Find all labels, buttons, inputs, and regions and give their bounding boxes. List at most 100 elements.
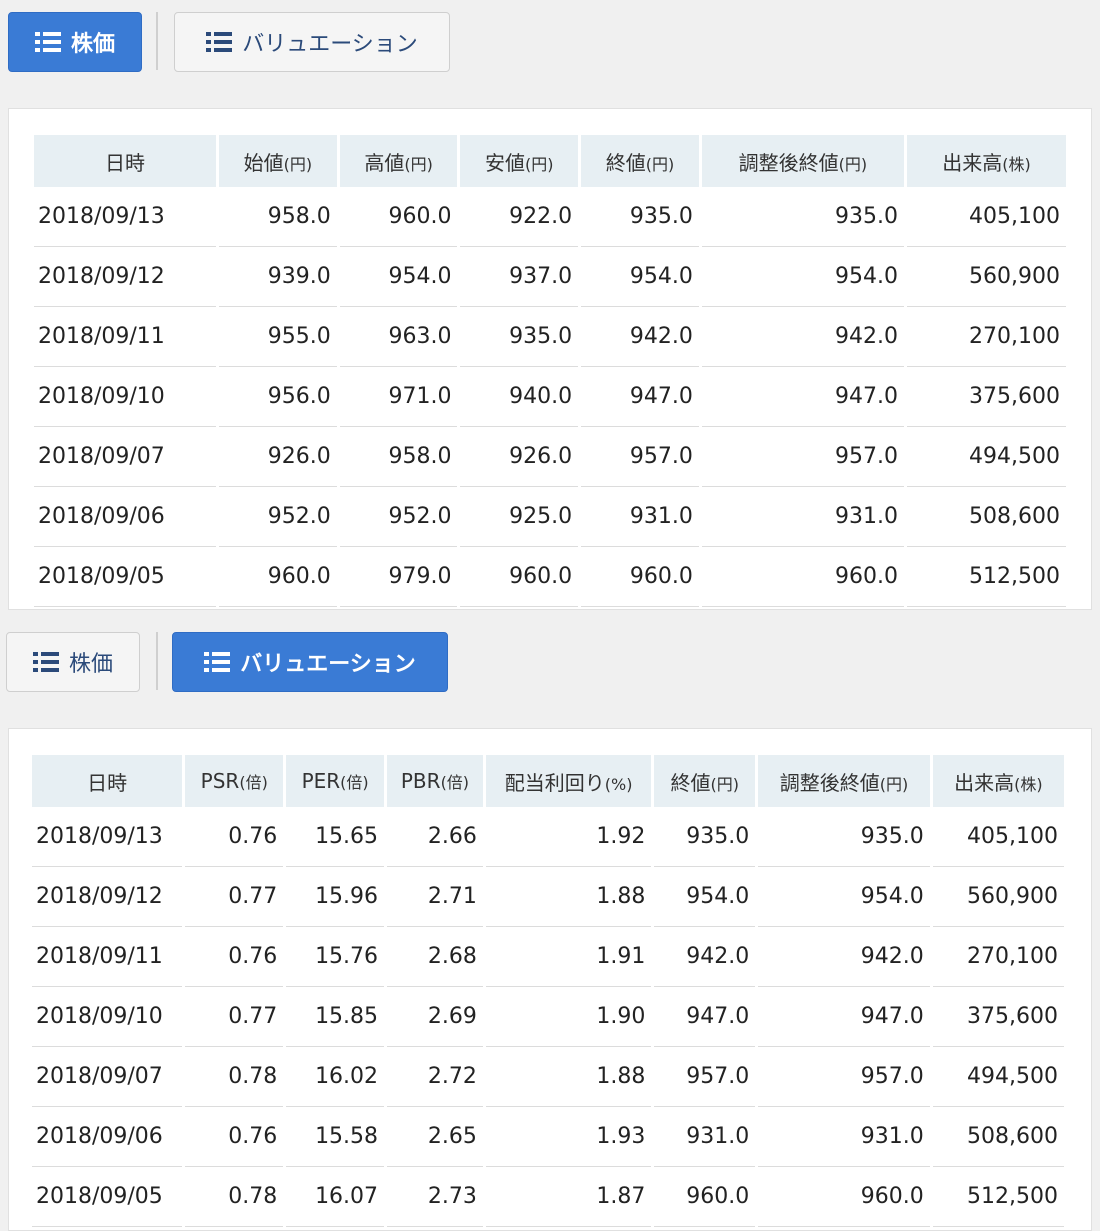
- column-header-volume: 出来高(株): [932, 755, 1064, 807]
- list-icon: [206, 32, 233, 52]
- cell-date: 2018/09/07: [34, 427, 217, 487]
- tab-stock-price[interactable]: 株価: [6, 632, 140, 692]
- table-row: 2018/09/06 952.0 952.0 925.0 931.0 931.0 508,6…: [34, 487, 1066, 547]
- column-header-unit: (円): [879, 774, 909, 794]
- cell-close: 947.0: [581, 367, 699, 427]
- cell-adj-close: 942.0: [758, 927, 930, 987]
- column-header-label: 調整後終値: [779, 770, 880, 795]
- cell-pbr: 2.65: [387, 1107, 483, 1167]
- cell-open: 939.0: [219, 247, 337, 307]
- cell-dividend-yield: 1.87: [485, 1167, 652, 1227]
- tab-stock-price[interactable]: 株価: [8, 12, 142, 72]
- column-header-unit: (円): [283, 154, 313, 174]
- table-header-row: 日時 始値(円) 高値(円) 安値(円) 終値(円) 調整後終値(円) 出来高(株): [34, 135, 1066, 187]
- column-header-unit: (円): [645, 154, 675, 174]
- tab-valuation[interactable]: バリュエーション: [172, 632, 448, 692]
- tab-stock-price-label: 株価: [70, 32, 115, 57]
- price-table: 日時 始値(円) 高値(円) 安値(円) 終値(円) 調整後終値(円) 出来高(株) 201…: [31, 135, 1069, 607]
- valuation-view: 株価 バリュエーション 日時 PSR(倍) PER(倍) PBR(倍) 配当利回り(%)…: [0, 620, 1100, 1231]
- tab-stock-price-label: 株価: [68, 652, 113, 677]
- cell-pbr: 2.69: [387, 987, 483, 1047]
- cell-per: 15.65: [286, 807, 385, 867]
- cell-adj-close: 935.0: [701, 187, 904, 247]
- cell-high: 971.0: [339, 367, 458, 427]
- cell-volume: 560,900: [932, 867, 1064, 927]
- table-row: 2018/09/07 0.78 16.02 2.72 1.88 957.0 957.0 494…: [32, 1047, 1064, 1107]
- cell-date: 2018/09/11: [32, 927, 183, 987]
- cell-volume: 494,500: [932, 1047, 1064, 1107]
- cell-high: 958.0: [339, 427, 458, 487]
- cell-psr: 0.78: [185, 1167, 284, 1227]
- column-header-label: 安値: [485, 150, 526, 175]
- column-header-label: 終値: [670, 770, 711, 795]
- cell-psr: 0.77: [185, 867, 284, 927]
- tab-bar: 株価 バリュエーション: [0, 620, 1100, 710]
- cell-per: 15.85: [286, 987, 385, 1047]
- cell-adj-close: 954.0: [701, 247, 904, 307]
- valuation-table-panel: 日時 PSR(倍) PER(倍) PBR(倍) 配当利回り(%) 終値(円) 調整後終値(円…: [8, 728, 1092, 1231]
- cell-open: 958.0: [219, 187, 337, 247]
- cell-open: 956.0: [219, 367, 337, 427]
- column-header-unit: (株): [1002, 154, 1031, 174]
- cell-low: 940.0: [460, 367, 579, 427]
- table-row: 2018/09/12 0.77 15.96 2.71 1.88 954.0 954.0 560…: [32, 867, 1064, 927]
- cell-low: 960.0: [460, 547, 579, 607]
- cell-date: 2018/09/05: [32, 1167, 183, 1227]
- cell-volume: 405,100: [907, 187, 1066, 247]
- cell-open: 955.0: [219, 307, 337, 367]
- cell-dividend-yield: 1.88: [485, 867, 652, 927]
- column-header-label: 出来高: [954, 770, 1015, 795]
- cell-volume: 375,600: [907, 367, 1066, 427]
- cell-low: 925.0: [460, 487, 579, 547]
- column-header-open: 始値(円): [219, 135, 337, 187]
- cell-psr: 0.77: [185, 987, 284, 1047]
- cell-open: 960.0: [219, 547, 337, 607]
- cell-close: 931.0: [581, 487, 699, 547]
- cell-close: 954.0: [654, 867, 756, 927]
- cell-close: 935.0: [581, 187, 699, 247]
- cell-date: 2018/09/13: [32, 807, 183, 867]
- tab-divider: [156, 12, 158, 70]
- list-icon: [204, 652, 231, 672]
- price-table-panel: 日時 始値(円) 高値(円) 安値(円) 終値(円) 調整後終値(円) 出来高(株) 201…: [8, 108, 1092, 610]
- cell-per: 16.07: [286, 1167, 385, 1227]
- table-body: 2018/09/13 958.0 960.0 922.0 935.0 935.0 405,1…: [34, 187, 1066, 607]
- column-header-label: 調整後終値: [738, 150, 839, 175]
- column-header-unit: (倍): [340, 773, 369, 792]
- cell-adj-close: 935.0: [758, 807, 930, 867]
- column-header-label: 高値: [364, 150, 405, 175]
- cell-per: 15.76: [286, 927, 385, 987]
- tab-valuation-label: バリュエーション: [240, 652, 416, 677]
- cell-adj-close: 960.0: [758, 1167, 930, 1227]
- column-header-volume: 出来高(株): [907, 135, 1066, 187]
- cell-date: 2018/09/13: [34, 187, 217, 247]
- column-header-date: 日時: [32, 755, 183, 807]
- column-header-label: 配当利回り: [504, 770, 605, 795]
- column-header-unit: (円): [710, 774, 740, 794]
- cell-close: 954.0: [581, 247, 699, 307]
- column-header-unit: (%): [604, 774, 633, 794]
- column-header-pbr: PBR(倍): [387, 755, 483, 807]
- list-icon: [34, 32, 61, 52]
- tab-valuation[interactable]: バリュエーション: [174, 12, 450, 72]
- column-header-unit: (円): [525, 154, 554, 174]
- cell-adj-close: 957.0: [701, 427, 904, 487]
- column-header-unit: (倍): [440, 773, 470, 792]
- cell-adj-close: 931.0: [701, 487, 904, 547]
- cell-per: 15.58: [286, 1107, 385, 1167]
- cell-adj-close: 947.0: [701, 367, 904, 427]
- cell-psr: 0.76: [185, 927, 284, 987]
- cell-close: 960.0: [654, 1167, 756, 1227]
- column-header-label: PSR: [200, 769, 240, 793]
- cell-low: 937.0: [460, 247, 579, 307]
- column-header-psr: PSR(倍): [185, 755, 284, 807]
- cell-adj-close: 954.0: [758, 867, 930, 927]
- cell-volume: 405,100: [932, 807, 1064, 867]
- column-header-label: PBR: [400, 769, 441, 793]
- table-row: 2018/09/13 958.0 960.0 922.0 935.0 935.0 405,1…: [34, 187, 1066, 247]
- cell-psr: 0.78: [185, 1047, 284, 1107]
- table-row: 2018/09/05 960.0 979.0 960.0 960.0 960.0 512,5…: [34, 547, 1066, 607]
- tab-bar: 株価 バリュエーション: [0, 0, 1100, 90]
- cell-volume: 512,500: [907, 547, 1066, 607]
- cell-adj-close: 957.0: [758, 1047, 930, 1107]
